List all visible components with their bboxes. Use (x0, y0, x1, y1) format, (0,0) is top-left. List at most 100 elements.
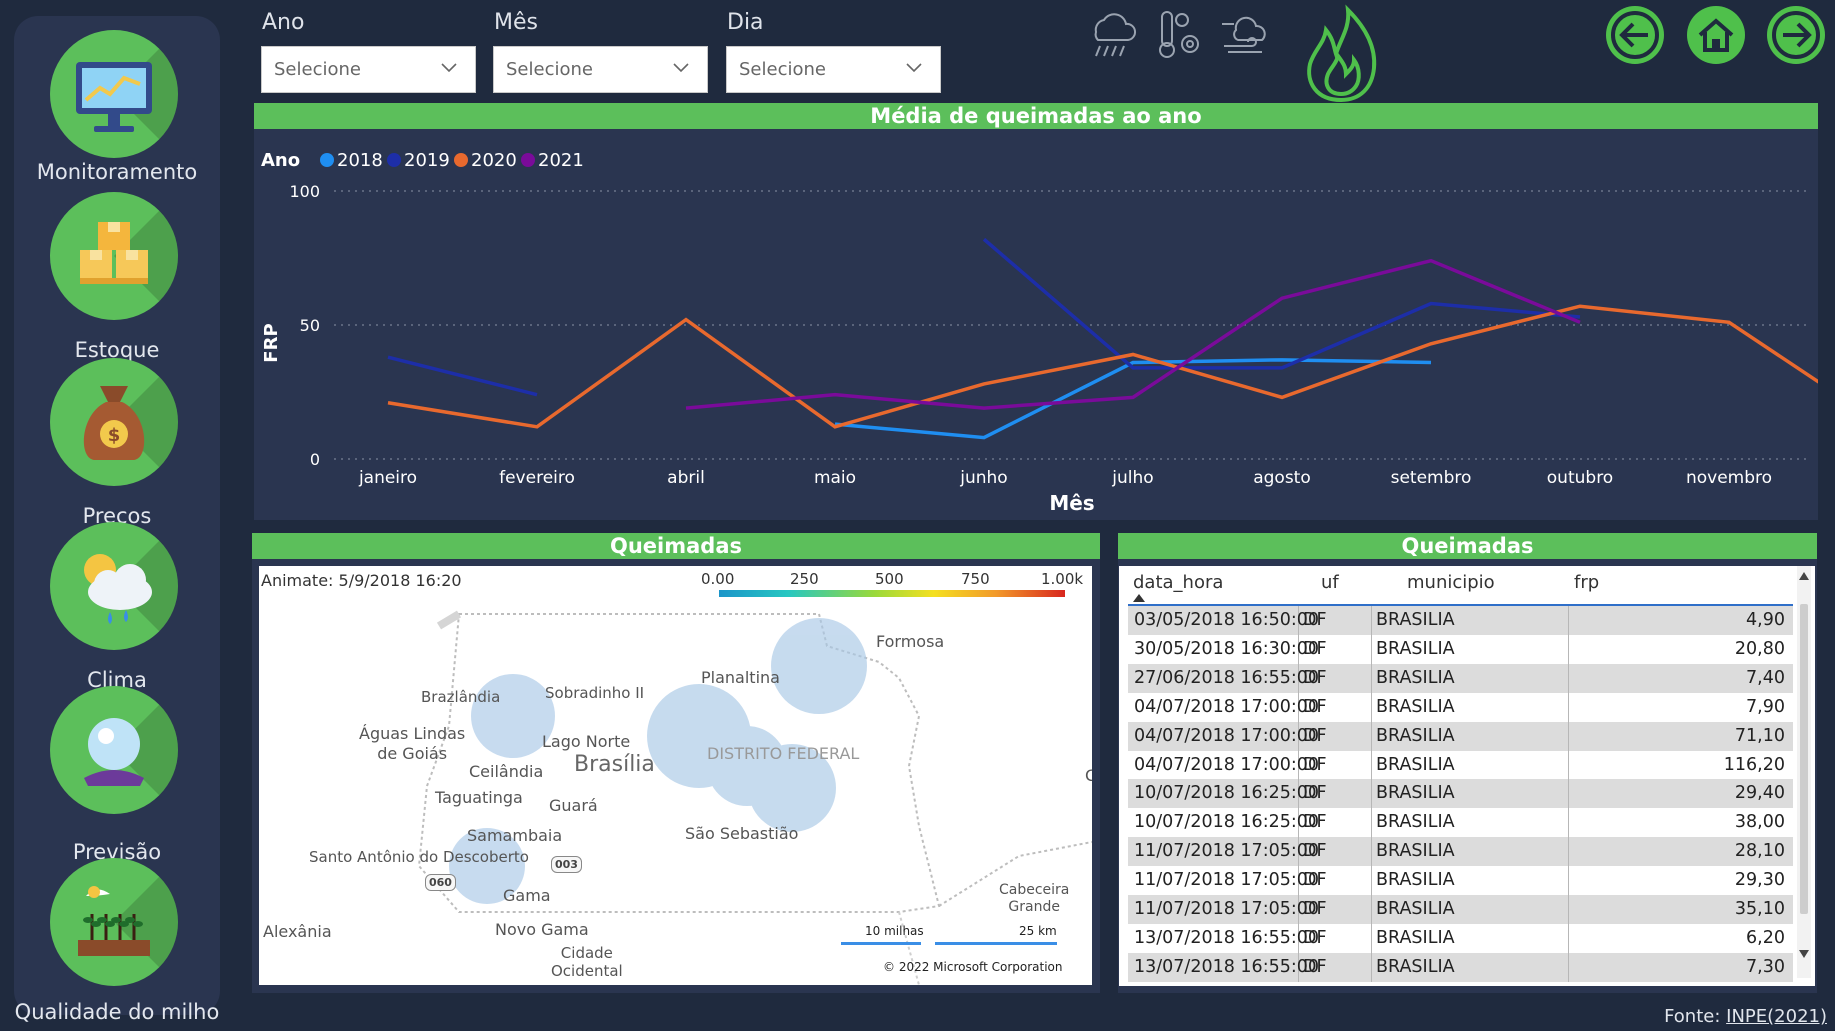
table-cell-data_hora: 04/07/2018 17:00:00 (1134, 725, 1320, 746)
legend-label[interactable]: 2019 (404, 150, 450, 171)
scrollbar[interactable] (1797, 566, 1811, 978)
filter-mes-select[interactable]: Selecione (493, 46, 708, 93)
place-label: DISTRITO FEDERAL (707, 744, 860, 763)
table-cell-uf: DF (1303, 725, 1327, 746)
series-line-2019[interactable] (982, 237, 1581, 370)
road-badge: 060 (425, 874, 456, 891)
nav-monitoramento[interactable]: Monitoramento (14, 22, 220, 192)
scale-bar-miles (841, 942, 921, 945)
column-header[interactable]: frp (1574, 572, 1599, 593)
svg-text:$: $ (108, 425, 121, 446)
table-row[interactable]: 11/07/2018 17:05:00 DF BRASILIA 28,10 (1128, 837, 1793, 867)
table-row[interactable]: 11/07/2018 17:05:00 DF BRASILIA 29,30 (1128, 866, 1793, 896)
sort-ascending-icon (1133, 594, 1145, 602)
place-label: Brazlândia (421, 688, 501, 706)
table-cell-uf: DF (1303, 870, 1327, 891)
table-cell-data_hora: 10/07/2018 16:25:00 (1134, 783, 1320, 804)
filter-mes-value: Selecione (506, 59, 593, 80)
column-separator (1568, 808, 1569, 838)
forward-button[interactable] (1767, 6, 1825, 64)
scale-tick: 1.00k (1041, 570, 1084, 588)
column-separator (1371, 750, 1372, 780)
table-row[interactable]: 04/07/2018 17:00:00 DF BRASILIA 116,20 (1128, 750, 1793, 780)
filter-dia-value: Selecione (739, 59, 826, 80)
column-header[interactable]: municipio (1407, 572, 1495, 593)
weather-icon (84, 554, 152, 624)
nav-precos[interactable]: $ Preços (14, 358, 220, 528)
nav-qualidade-milho[interactable]: Qualidade do milho (14, 858, 220, 1028)
filter-ano-select[interactable]: Selecione (261, 46, 476, 93)
table-row[interactable]: 10/07/2018 16:25:00 DF BRASILIA 29,40 (1128, 779, 1793, 809)
column-separator (1568, 606, 1569, 635)
table-cell-uf: DF (1303, 696, 1327, 717)
column-separator (1371, 923, 1372, 953)
table-row[interactable]: 30/05/2018 16:30:00 DF BRASILIA 20,80 (1128, 634, 1793, 664)
table-cell-data_hora: 03/05/2018 16:50:00 (1134, 610, 1320, 630)
nav-estoque[interactable]: Estoque (14, 192, 220, 362)
crop-field-icon-circle (50, 858, 178, 986)
thermometer-gear-icon[interactable] (1152, 6, 1208, 62)
table-cell-frp: 7,90 (1746, 696, 1785, 717)
table-row[interactable]: 13/07/2018 16:55:00 DF BRASILIA 7,30 (1128, 952, 1793, 982)
x-axis-label: Mês (1049, 491, 1094, 515)
series-line-2019[interactable] (387, 355, 538, 397)
place-label: Sobradinho II (545, 684, 645, 702)
crop-field-icon (78, 886, 150, 956)
place-label: Ceilândia (469, 762, 544, 781)
legend-marker[interactable] (454, 153, 468, 167)
legend-marker[interactable] (320, 153, 334, 167)
column-separator (1371, 866, 1372, 896)
legend-marker[interactable] (521, 153, 535, 167)
x-tick-label: julho (1111, 468, 1153, 488)
legend-label[interactable]: 2021 (538, 150, 584, 171)
source-link[interactable]: INPE(2021) (1726, 1006, 1827, 1027)
x-tick-label: abril (667, 468, 705, 488)
table-cell-uf: DF (1303, 783, 1327, 804)
filter-dia-label: Dia (727, 10, 764, 35)
table-row[interactable]: 27/06/2018 16:55:00 DF BRASILIA 7,40 (1128, 663, 1793, 693)
y-tick-label: 0 (310, 450, 320, 469)
table-cell-uf: DF (1303, 812, 1327, 833)
home-button[interactable] (1687, 6, 1745, 64)
column-header[interactable]: data_hora (1133, 572, 1223, 593)
table-cell-uf: DF (1303, 956, 1327, 977)
chevron-down-icon (441, 63, 457, 73)
legend-marker[interactable] (387, 153, 401, 167)
scroll-thumb[interactable] (1800, 604, 1808, 914)
table-cell-frp: 38,00 (1734, 812, 1785, 833)
filter-ano-label: Ano (262, 10, 305, 35)
table-row[interactable]: 04/07/2018 17:00:00 DF BRASILIA 7,90 (1128, 692, 1793, 722)
rain-icon[interactable] (1084, 6, 1140, 62)
fire-icon[interactable] (1296, 4, 1386, 104)
table-row[interactable]: 03/05/2018 16:50:00 DF BRASILIA 4,90 (1128, 606, 1793, 635)
filter-dia-select[interactable]: Selecione (726, 46, 941, 93)
table-title: Queimadas (1118, 533, 1817, 559)
column-separator (1568, 692, 1569, 722)
table-cell-municipio: BRASILIA (1376, 610, 1455, 630)
nav-previsao[interactable]: Previsão (14, 686, 220, 864)
legend-label[interactable]: 2018 (337, 150, 383, 171)
table-cell-data_hora: 04/07/2018 17:00:00 (1134, 696, 1320, 717)
table-row[interactable]: 13/07/2018 16:55:00 DF BRASILIA 6,20 (1128, 923, 1793, 953)
forward-arrow-icon (1772, 11, 1820, 59)
place-label: Santo Antônio do Descoberto (309, 848, 529, 866)
scroll-down-icon[interactable] (1799, 950, 1809, 958)
table-row[interactable]: 10/07/2018 16:25:00 DF BRASILIA 38,00 (1128, 808, 1793, 838)
sidebar: Monitoramento Estoque $ Preços Clima Pre… (14, 16, 220, 1024)
wind-cloud-icon[interactable] (1220, 6, 1276, 62)
place-label: Taguatinga (435, 788, 523, 807)
series-line-2021[interactable] (685, 258, 1581, 410)
table-row[interactable]: 11/07/2018 17:05:00 DF BRASILIA 35,10 (1128, 895, 1793, 924)
table-cell-frp: 28,10 (1734, 841, 1785, 862)
place-label: Gama (503, 886, 551, 905)
table-row[interactable]: 04/07/2018 17:00:00 DF BRASILIA 71,10 (1128, 721, 1793, 751)
table-cell-frp: 4,90 (1746, 610, 1785, 630)
legend-label[interactable]: 2020 (471, 150, 517, 171)
nav-clima[interactable]: Clima (14, 522, 220, 692)
scroll-up-icon[interactable] (1799, 572, 1809, 580)
x-tick-label: outubro (1547, 468, 1613, 488)
back-button[interactable] (1606, 6, 1664, 64)
column-header[interactable]: uf (1321, 572, 1339, 593)
series-line-2020[interactable] (387, 304, 1818, 429)
fire-map[interactable]: Animate: 5/9/2018 16:20 0.00 250 500 750… (259, 566, 1092, 985)
